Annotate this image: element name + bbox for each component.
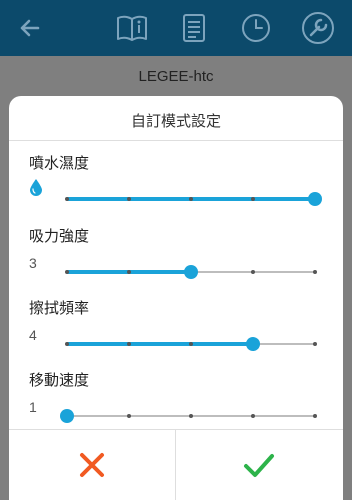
wipe-frequency-slider[interactable] [65,333,317,355]
cancel-x-icon [80,453,104,477]
slider-thumb[interactable] [60,409,74,423]
slider-thumb[interactable] [184,265,198,279]
slider-tick [127,270,131,274]
slider-tick [127,197,131,201]
slider-tick [127,342,131,346]
confirm-button[interactable] [176,430,342,500]
setting-label: 移動速度 [29,371,90,389]
setting-value: 4 [29,327,37,343]
wrench-icon[interactable] [298,8,338,48]
list-icon[interactable] [174,8,214,48]
slider-tick [189,414,193,418]
divider [9,140,343,141]
back-arrow-icon[interactable] [10,8,50,48]
slider-thumb[interactable] [308,192,322,206]
cancel-button[interactable] [9,430,175,500]
movement-speed-slider[interactable] [60,405,317,427]
slider-tick [65,342,69,346]
water-drop-icon [29,178,43,196]
setting-label: 噴水濕度 [29,154,90,172]
device-name: LEGEE-htc [138,68,214,85]
slider-tick [127,414,131,418]
slider-tick [251,414,255,418]
slider-tick [251,197,255,201]
slider-tick [313,270,317,274]
slider-tick [313,414,317,418]
setting-water-humidity: 噴水濕度 [9,152,343,222]
top-toolbar [0,0,352,56]
slider-tick [189,197,193,201]
custom-mode-dialog: 自訂模式設定 噴水濕度 吸力強度 3 擦拭頻率 4 移動速度 1 [9,96,343,500]
setting-suction-strength: 吸力強度 3 [9,225,343,295]
suction-strength-slider[interactable] [65,261,317,283]
confirm-check-icon [244,454,274,477]
manual-book-icon[interactable] [112,8,152,48]
setting-value: 1 [29,399,37,415]
slider-thumb[interactable] [246,337,260,351]
slider-tick [251,270,255,274]
slider-tick [65,270,69,274]
clock-icon[interactable] [236,8,276,48]
setting-value: 3 [29,255,37,271]
slider-tick [65,197,69,201]
slider-tick [189,342,193,346]
slider-fill [67,342,253,346]
setting-label: 擦拭頻率 [29,299,90,317]
setting-label: 吸力強度 [29,227,90,245]
water-humidity-slider[interactable] [65,188,322,210]
setting-wipe-frequency: 擦拭頻率 4 [9,297,343,367]
slider-tick [313,342,317,346]
dialog-title: 自訂模式設定 [130,112,221,130]
